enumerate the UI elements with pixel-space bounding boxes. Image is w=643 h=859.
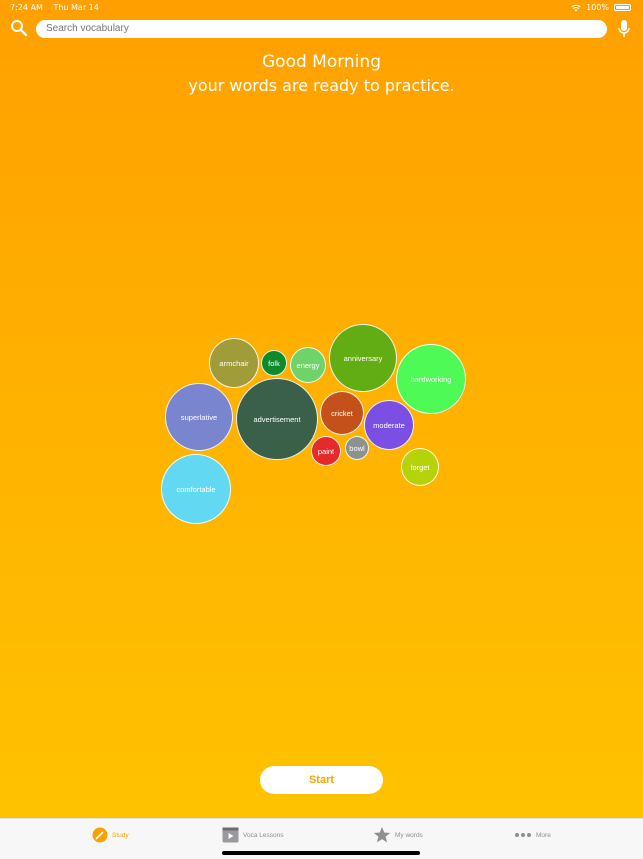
home-indicator [222,851,420,855]
word-bubble-forget[interactable]: forget [401,448,439,486]
search-row [0,18,643,40]
wifi-icon [571,4,581,11]
word-bubble-folk[interactable]: folk [261,350,287,376]
status-left: 7:24 AM Thu Mar 14 [10,3,107,12]
word-bubble-label: paint [317,446,335,456]
tab-study-label: Study [112,831,129,839]
word-bubble-label: forget [410,462,430,472]
word-bubble-comfortable[interactable]: comfortable [161,454,231,524]
tab-more-label: More [536,831,551,839]
study-icon [92,827,108,843]
word-bubble-label: bowl [349,443,365,453]
word-bubble-advertisement[interactable]: advertisement [236,378,318,460]
battery-icon [614,4,631,11]
word-bubble-hardworking[interactable]: hardworking [396,344,466,414]
tab-study[interactable]: Study [92,825,129,845]
status-date: Thu Mar 14 [53,3,99,12]
greeting-subtitle: your words are ready to practice. [188,76,455,95]
word-bubble-label: hardworking [410,374,452,384]
tab-voca-lessons-label: Voca Lessons [243,831,284,839]
word-bubble-label: comfortable [176,484,216,494]
search-icon[interactable] [10,19,28,37]
word-bubble-label: folk [268,358,280,368]
word-bubble-label: superlative [180,412,218,422]
status-bar: 7:24 AM Thu Mar 14 100% [0,0,643,14]
greeting: Good Morning your words are ready to pra… [0,50,643,98]
word-bubble-label: advertisement [253,414,301,424]
battery-percent: 100% [586,3,609,12]
search-input[interactable] [36,20,607,38]
tab-my-words-label: My words [395,831,423,839]
play-lessons-icon [222,827,239,843]
word-bubble-paint[interactable]: paint [311,436,341,466]
tab-more[interactable]: More [514,825,551,845]
word-bubble-energy[interactable]: energy [290,347,326,383]
microphone-icon[interactable] [617,19,631,39]
word-bubble-cricket[interactable]: cricket [320,391,364,435]
greeting-title: Good Morning [262,52,381,72]
more-dots-icon [515,833,531,837]
word-bubble-label: moderate [373,420,405,430]
word-bubble-armchair[interactable]: armchair [209,338,259,388]
status-right: 100% [571,3,631,12]
star-icon [373,827,391,843]
word-bubble-superlative[interactable]: superlative [165,383,233,451]
word-bubble-label: anniversary [343,353,383,363]
tab-voca-lessons[interactable]: Voca Lessons [222,825,283,845]
word-bubble-label: cricket [331,408,353,418]
word-bubble-anniversary[interactable]: anniversary [329,324,397,392]
status-time: 7:24 AM [10,3,43,12]
word-bubble-label: armchair [219,358,249,368]
word-bubble-bowl[interactable]: bowl [345,436,369,460]
word-bubble-moderate[interactable]: moderate [364,400,414,450]
tab-my-words[interactable]: My words [373,825,423,845]
word-bubble-label: energy [296,360,320,370]
start-button[interactable]: Start [260,766,383,794]
